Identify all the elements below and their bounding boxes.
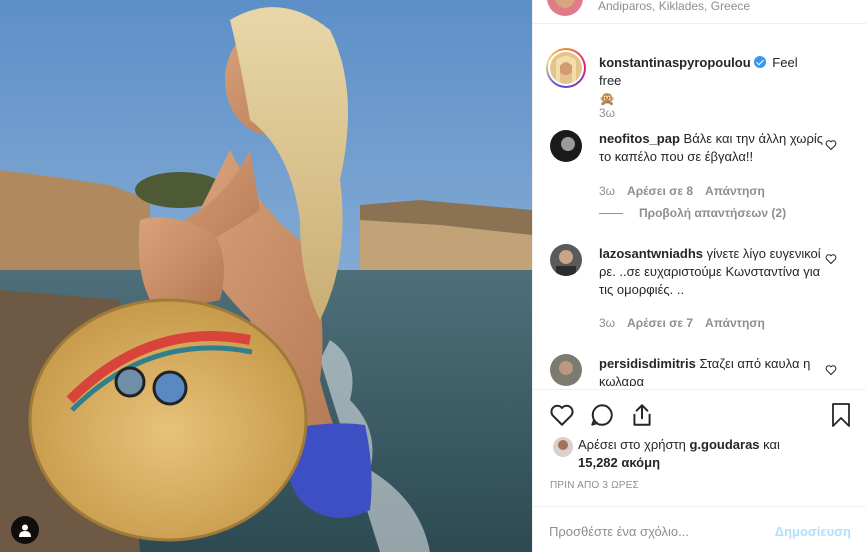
location-link[interactable]: Andiparos, Kiklades, Greece <box>598 0 750 13</box>
likes-and: και <box>763 437 780 452</box>
liker-username[interactable]: g.goudaras <box>689 437 759 452</box>
post-side-panel: Andiparos, Kiklades, Greece konstantinas… <box>532 0 866 552</box>
comment-username[interactable]: persidisdimitris <box>599 356 696 371</box>
caption-text: konstantinaspyropoulou Feel free 🙊 <box>599 54 823 108</box>
verified-badge-icon <box>753 56 766 68</box>
comment-time[interactable]: 3ω <box>599 184 615 198</box>
post-time-ago[interactable]: ΠΡΙΝ ΑΠΟ 3 ΩΡΕΣ <box>550 480 639 491</box>
post-header: Andiparos, Kiklades, Greece <box>533 0 866 24</box>
liker-avatar[interactable] <box>553 437 573 457</box>
reply-button[interactable]: Απάντηση <box>705 316 765 330</box>
reply-button[interactable]: Απάντηση <box>705 184 765 198</box>
avatar[interactable] <box>547 0 583 16</box>
comment-like-heart-icon[interactable] <box>825 364 837 376</box>
view-replies-button[interactable]: Προβολή απαντήσεων (2) <box>599 206 786 220</box>
post-comment-button[interactable]: Δημοσίευση <box>775 524 851 539</box>
comment-username[interactable]: lazosantwniadhs <box>599 246 703 261</box>
add-comment-bar: Προσθέστε ένα σχόλιο... Δημοσίευση <box>533 506 866 552</box>
caption-username[interactable]: konstantinaspyropoulou <box>599 55 751 70</box>
comment-like-heart-icon[interactable] <box>825 139 837 151</box>
share-icon[interactable] <box>629 402 655 428</box>
caption-time[interactable]: 3ω <box>599 106 615 120</box>
comment-meta: 3ω Αρέσει σε 7 Απάντηση <box>599 316 777 330</box>
likes-count[interactable]: 15,282 ακόμη <box>578 455 660 470</box>
comment-avatar[interactable] <box>550 130 582 162</box>
caption-avatar[interactable] <box>546 48 586 88</box>
caption-meta: 3ω <box>599 106 627 120</box>
post-photo[interactable] <box>0 0 532 552</box>
caption-emoji: 🙊 <box>599 91 616 106</box>
bookmark-icon[interactable] <box>829 402 853 428</box>
user-tag-button[interactable] <box>11 516 39 544</box>
comment-likes[interactable]: Αρέσει σε 7 <box>627 316 693 330</box>
comment-input[interactable]: Προσθέστε ένα σχόλιο... <box>549 524 689 539</box>
comments-list[interactable]: konstantinaspyropoulou Feel free 🙊 3ω ne… <box>533 34 866 386</box>
comment-username[interactable]: neofitos_pap <box>599 131 680 146</box>
comment-likes[interactable]: Αρέσει σε 8 <box>627 184 693 198</box>
likes-prefix: Αρέσει στο χρήστη <box>578 437 686 452</box>
comment-text: persidisdimitris Σταζει από καυλα η κωλα… <box>599 355 823 386</box>
comment-icon[interactable] <box>589 402 615 428</box>
comment-meta: 3ω Αρέσει σε 8 Απάντηση <box>599 184 777 198</box>
comment-text: lazosantwniadhs γίνετε λίγο ευγενικοί ρε… <box>599 245 823 299</box>
user-tag-icon <box>19 524 31 537</box>
view-replies-label: Προβολή απαντήσεων (2) <box>639 206 787 220</box>
comment-time[interactable]: 3ω <box>599 316 615 330</box>
comment-text: neofitos_pap Βάλε και την άλλη χωρίς το … <box>599 130 823 166</box>
comment-avatar[interactable] <box>550 244 582 276</box>
likes-summary: Αρέσει στο χρήστη g.goudaras και 15,282 … <box>578 436 838 472</box>
heart-icon[interactable] <box>549 402 575 428</box>
comment-avatar[interactable] <box>550 354 582 386</box>
comment-like-heart-icon[interactable] <box>825 253 837 265</box>
